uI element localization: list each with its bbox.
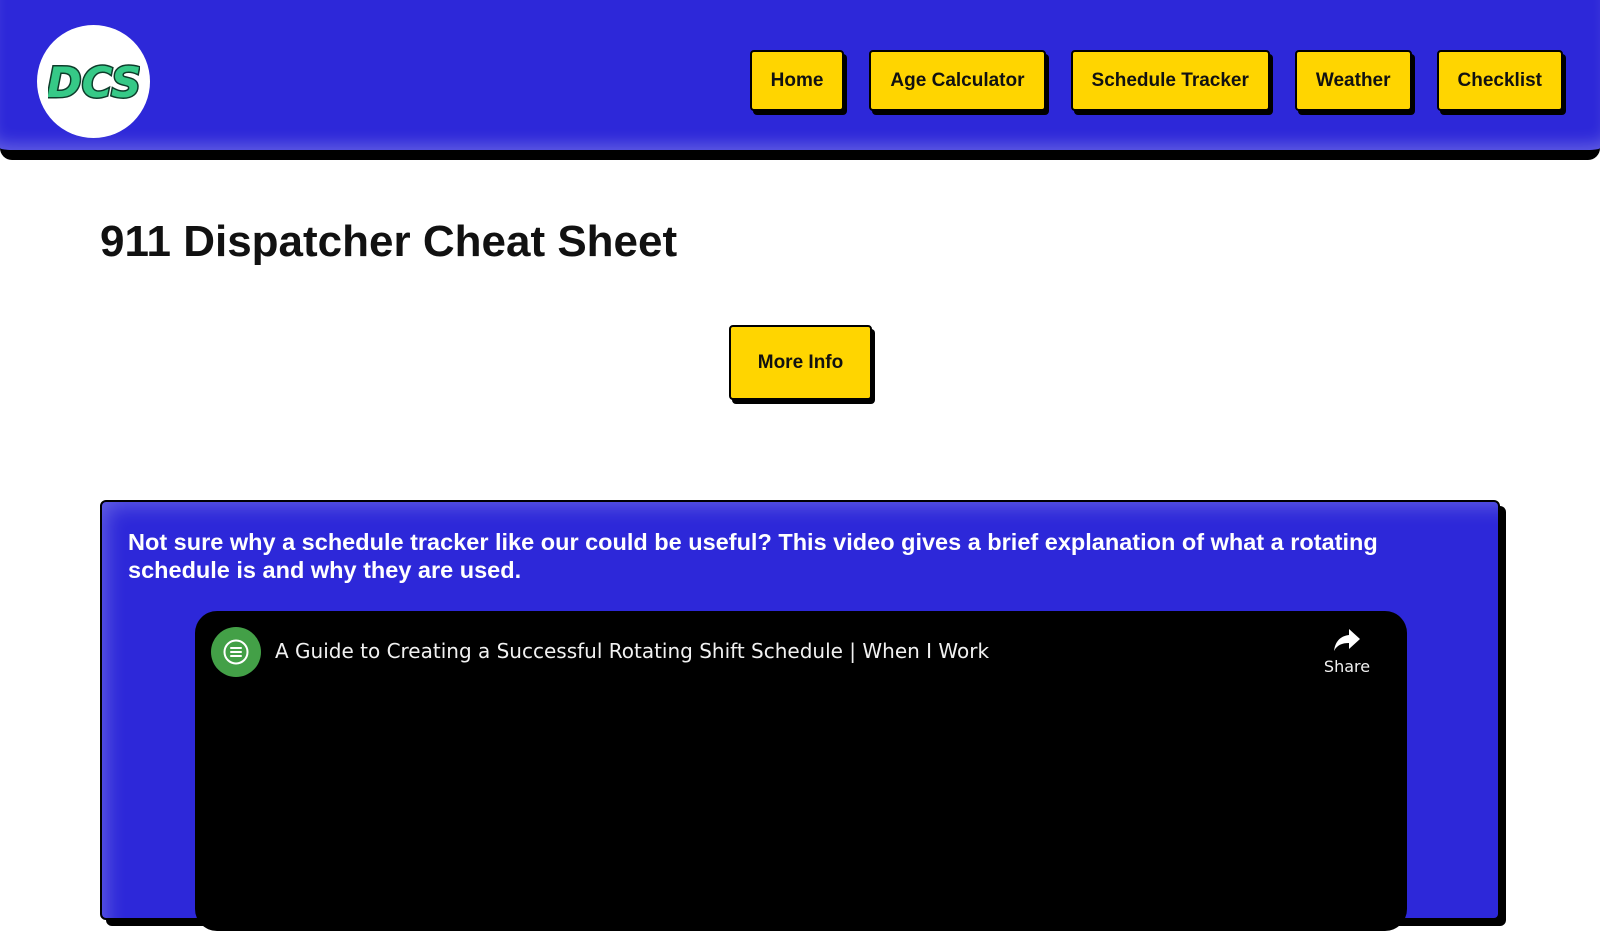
share-arrow-icon	[1334, 629, 1360, 651]
nav-schedule-tracker-button[interactable]: Schedule Tracker	[1070, 50, 1270, 111]
more-info-button[interactable]: More Info	[729, 325, 872, 400]
site-logo[interactable]: DCS	[37, 25, 150, 138]
main-nav: Home Age Calculator Schedule Tracker Wea…	[749, 50, 1563, 111]
channel-avatar[interactable]	[211, 627, 261, 677]
logo-image: DCS	[48, 57, 140, 107]
site-header: DCS Home Age Calculator Schedule Tracker…	[0, 0, 1600, 160]
logo-text: DCS	[48, 58, 140, 107]
video-section: Not sure why a schedule tracker like our…	[100, 500, 1500, 931]
list-icon	[223, 639, 249, 665]
video-description: Not sure why a schedule tracker like our…	[128, 529, 1378, 583]
page-title: 911 Dispatcher Cheat Sheet	[100, 217, 678, 266]
nav-age-calculator-button[interactable]: Age Calculator	[869, 50, 1046, 111]
nav-checklist-button[interactable]: Checklist	[1436, 50, 1563, 111]
nav-home-button[interactable]: Home	[749, 50, 845, 111]
video-player[interactable]: A Guide to Creating a Successful Rotatin…	[195, 611, 1407, 931]
video-title[interactable]: A Guide to Creating a Successful Rotatin…	[275, 639, 989, 663]
nav-weather-button[interactable]: Weather	[1294, 50, 1412, 111]
share-button[interactable]: Share	[1317, 627, 1377, 676]
share-label: Share	[1323, 657, 1371, 676]
